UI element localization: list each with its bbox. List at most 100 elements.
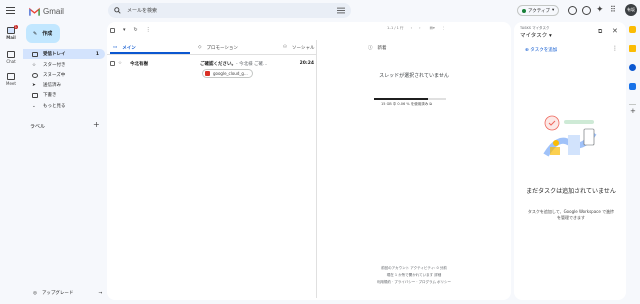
inbox-icon xyxy=(32,51,38,57)
attachment-chip[interactable]: google_cloud_g... xyxy=(202,69,253,78)
tab-updates[interactable]: ⓘ 新着 xyxy=(368,42,387,53)
tab-promotions[interactable]: ◇ プロモーション xyxy=(198,42,238,53)
rail-meet[interactable]: Meet xyxy=(2,73,20,86)
rail-mail[interactable]: 1 Mail xyxy=(2,25,20,40)
calendar-icon[interactable] xyxy=(629,26,636,33)
storage-bar-fill xyxy=(374,98,428,100)
chevron-down-icon: ▾ xyxy=(552,8,555,13)
rail-chat[interactable]: Chat xyxy=(2,51,20,64)
gemini-icon[interactable]: ✦ xyxy=(596,5,604,15)
mail-toolbar: ▾ ↻ ⋮ xyxy=(110,24,151,36)
rail-chat-label: Chat xyxy=(6,59,16,64)
nav-starred-label: スター付き xyxy=(43,63,66,68)
storage-info[interactable]: 15 GB 中 0.06 % を使用済み ⧉ xyxy=(381,102,432,107)
settings-icon[interactable] xyxy=(582,6,591,15)
open-in-new-icon[interactable]: ⧉ xyxy=(598,28,602,36)
tasks-list-selector[interactable]: マイタスク ▾ xyxy=(520,31,552,39)
info-icon: ⓘ xyxy=(368,45,373,51)
more-vert-icon[interactable]: ⋮ xyxy=(442,26,446,30)
pager: 1–1 / 1 行 ‹ › ▤▾ ⋮ xyxy=(387,26,445,31)
chat-icon xyxy=(7,51,15,58)
nav-sent-label: 送信済み xyxy=(43,83,61,88)
refresh-icon[interactable]: ↻ xyxy=(134,27,138,33)
tasks-icon[interactable] xyxy=(629,64,636,71)
nav-drafts[interactable]: 下書き xyxy=(23,90,105,100)
nav-starred[interactable]: ☆ スター付き xyxy=(23,60,105,70)
tab-social-label: ソーシャル xyxy=(292,45,315,51)
add-addon-icon[interactable]: + xyxy=(630,107,636,115)
email-snippet: - 今北様 ご確... xyxy=(236,61,268,67)
nav-sent[interactable]: ➤ 送信済み xyxy=(23,80,105,90)
storage-text: 15 GB 中 0.06 % を使用済み xyxy=(381,102,429,106)
nav-more-label: もっと見る xyxy=(43,104,66,109)
tab-updates-label: 新着 xyxy=(377,45,387,51)
external-link-icon: ⧉ xyxy=(429,102,432,106)
no-thread-message: スレッドが選択されていません xyxy=(379,73,449,79)
apps-grid-icon[interactable]: ⠿ xyxy=(610,5,616,14)
footer-links[interactable]: 利用規約 · プライバシー · プログラム ポリシー xyxy=(317,280,511,285)
upgrade-label: アップグレード xyxy=(41,291,74,296)
tab-main-label: メイン xyxy=(122,45,136,51)
split-pane-icon[interactable]: ▤▾ xyxy=(430,26,435,30)
contacts-icon[interactable] xyxy=(629,83,636,90)
rail-mail-label: Mail xyxy=(6,35,16,40)
labels-heading: ラベル xyxy=(30,124,46,130)
compose-label: 作成 xyxy=(42,31,53,37)
nav-more[interactable]: ⌄ もっと見る xyxy=(23,101,105,111)
nav-inbox[interactable]: 受信トレイ 1 xyxy=(23,49,105,59)
search-icon[interactable] xyxy=(114,7,121,14)
tasks-illustration xyxy=(543,115,597,157)
rail-meet-label: Meet xyxy=(6,81,16,86)
empty-tasks-hint: タスクを追加して、Google Workspace で進捗を管理できます xyxy=(527,209,615,220)
star-icon[interactable]: ☆ xyxy=(118,61,122,66)
clock-icon xyxy=(32,72,38,78)
help-icon[interactable] xyxy=(568,6,577,15)
keep-icon[interactable] xyxy=(629,45,636,52)
chevron-down-icon: ⌄ xyxy=(32,103,36,109)
open-locations[interactable]: 現在 1 か所で開かれています 詳細 xyxy=(317,273,511,278)
tab-promotions-label: プロモーション xyxy=(206,45,238,51)
row-checkbox[interactable] xyxy=(110,61,115,66)
search-bar[interactable]: メールを検索 xyxy=(108,3,351,18)
next-page-icon[interactable]: › xyxy=(419,26,420,30)
more-vert-icon[interactable]: ⋮ xyxy=(612,45,618,52)
main-menu-icon[interactable] xyxy=(6,7,15,14)
last-activity: 前回のアカウント アクティビティ: 0 分前 xyxy=(381,266,447,270)
nav-inbox-label: 受信トレイ xyxy=(43,52,66,57)
add-task-button[interactable]: ⊕ タスクを追加 xyxy=(525,47,557,53)
avatar[interactable]: 有坂 xyxy=(625,4,637,16)
storage-bar xyxy=(374,98,446,100)
arrow-right-icon: → xyxy=(98,290,103,296)
add-task-label: タスクを追加 xyxy=(530,48,558,53)
tab-social[interactable]: ⚇ ソーシャル xyxy=(283,42,314,53)
gmail-logo[interactable]: Gmail xyxy=(29,5,64,17)
filter-icon[interactable] xyxy=(337,7,345,14)
attachment-name: google_cloud_g... xyxy=(213,71,248,76)
tag-icon: ◇ xyxy=(198,45,202,50)
status-selector[interactable]: アクティブ ▾ xyxy=(517,5,559,16)
chevron-down-icon[interactable]: ▾ xyxy=(123,27,126,33)
people-icon: ⚇ xyxy=(283,45,288,50)
mail-icon: 1 xyxy=(7,25,18,34)
close-icon[interactable]: ✕ xyxy=(612,27,618,35)
nav-drafts-label: 下書き xyxy=(43,93,57,98)
status-label: アクティブ xyxy=(528,8,551,14)
upgrade-button[interactable]: ◎ アップグレード → xyxy=(33,290,103,297)
table-row[interactable]: ☆ 今北有樹 ご確認ください。 - 今北様 ご確... 20:24 xyxy=(110,58,314,69)
more-vert-icon[interactable]: ⋮ xyxy=(146,27,151,33)
pager-text: 1–1 / 1 行 xyxy=(387,26,404,30)
compose-button[interactable]: ✎ 作成 xyxy=(26,24,60,43)
select-all-checkbox[interactable] xyxy=(110,27,115,33)
gmail-m-icon xyxy=(29,7,40,16)
add-label-icon[interactable]: + xyxy=(93,120,100,129)
nav-inbox-count: 1 xyxy=(95,51,99,57)
divider xyxy=(107,54,316,55)
search-placeholder: メールを検索 xyxy=(127,8,158,14)
active-dot-icon xyxy=(522,8,526,13)
email-time: 20:24 xyxy=(299,61,314,66)
nav-snoozed[interactable]: スヌーズ中 xyxy=(23,70,105,80)
prev-page-icon[interactable]: ‹ xyxy=(411,26,412,30)
send-icon: ➤ xyxy=(32,82,36,88)
draft-icon xyxy=(32,92,38,98)
empty-tasks-title: まだタスクは追加されていません xyxy=(526,188,616,195)
